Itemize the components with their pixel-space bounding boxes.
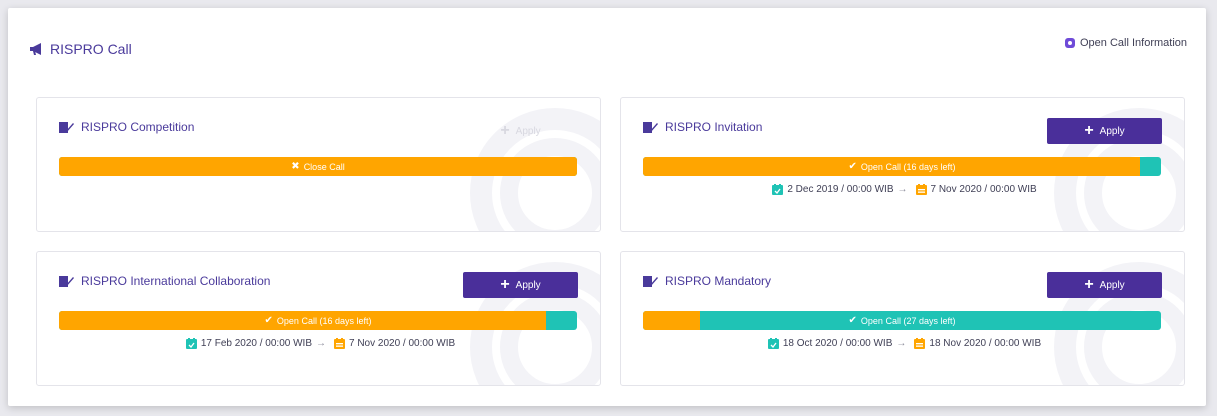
apply-button: + Apply: [463, 118, 578, 144]
page-title: RISPRO Call: [50, 41, 132, 57]
status-label: Close Call: [303, 161, 345, 172]
card-title-label: RISPRO Competition: [81, 120, 195, 134]
start-date: 18 Oct 2020 / 00:00 WIB: [782, 338, 893, 349]
call-progress-bar: ✖ Close Call: [59, 157, 577, 176]
status-label: Open Call (16 days left): [276, 315, 372, 326]
plus-icon: +: [1084, 122, 1094, 139]
open-call-information-link[interactable]: Open Call Information: [1065, 37, 1187, 49]
card-title-label: RISPRO Mandatory: [665, 274, 772, 288]
call-progress-bar: ✔ Open Call (27 days left): [643, 311, 1161, 330]
end-date: 7 Nov 2020 / 00:00 WIB: [930, 184, 1037, 195]
info-icon: [1065, 38, 1075, 48]
end-date: 7 Nov 2020 / 00:00 WIB: [349, 338, 456, 349]
apply-label: Apply: [515, 125, 541, 137]
call-dates: 2 Dec 2019 / 00:00 WIB → 7 Nov 2020 / 00…: [621, 184, 1184, 195]
page-header: RISPRO Call: [29, 39, 132, 59]
arrow-right-icon: →: [316, 338, 326, 349]
apply-button[interactable]: + Apply: [1047, 272, 1162, 298]
check-icon: ✔: [264, 315, 273, 326]
call-card: RISPRO Competition + Apply ✖ Close Call: [36, 97, 601, 232]
calendar-check-icon: [185, 338, 197, 349]
plus-icon: +: [500, 122, 510, 139]
call-card: RISPRO Invitation + Apply ✔ Open Call (16…: [620, 97, 1185, 232]
calendar-check-icon: [772, 184, 784, 195]
card-title: RISPRO Competition: [59, 120, 194, 134]
calendar-end-icon: [914, 338, 926, 349]
close-icon: ✖: [291, 161, 300, 172]
edit-note-icon: [59, 121, 74, 133]
calendar-end-icon: [334, 338, 345, 349]
start-date: 17 Feb 2020 / 00:00 WIB: [200, 338, 312, 349]
edit-note-icon: [59, 275, 74, 287]
card-title-label: RISPRO International Collaboration: [81, 274, 271, 288]
end-date: 18 Nov 2020 / 00:00 WIB: [929, 338, 1042, 349]
apply-label: Apply: [1099, 125, 1125, 137]
call-dates: 18 Oct 2020 / 00:00 WIB → 18 Nov 2020 / …: [621, 338, 1184, 349]
megaphone-icon: [30, 43, 41, 55]
open-call-information-label: Open Call Information: [1080, 37, 1187, 49]
status-label: Open Call (27 days left): [860, 315, 956, 326]
plus-icon: +: [1084, 276, 1094, 293]
calendar-end-icon: [915, 184, 927, 195]
card-title: RISPRO Mandatory: [643, 274, 771, 288]
check-icon: ✔: [848, 315, 857, 326]
edit-note-icon: [643, 275, 658, 287]
edit-note-icon: [643, 121, 658, 133]
apply-label: Apply: [1099, 279, 1125, 291]
apply-label: Apply: [515, 279, 541, 291]
call-card: RISPRO Mandatory + Apply ✔ Open Call (27 …: [620, 251, 1185, 386]
call-dates: 17 Feb 2020 / 00:00 WIB → 7 Nov 2020 / 0…: [37, 338, 600, 349]
call-progress-bar: ✔ Open Call (16 days left): [643, 157, 1161, 176]
plus-icon: +: [500, 276, 510, 293]
status-label: Open Call (16 days left): [860, 161, 956, 172]
arrow-right-icon: →: [897, 184, 908, 195]
calendar-check-icon: [767, 338, 779, 349]
arrow-right-icon: →: [896, 338, 907, 349]
check-icon: ✔: [848, 161, 857, 172]
card-title-label: RISPRO Invitation: [665, 120, 763, 134]
call-card: RISPRO International Collaboration + App…: [36, 251, 601, 386]
apply-button[interactable]: + Apply: [1047, 118, 1162, 144]
card-title: RISPRO Invitation: [643, 120, 762, 134]
call-progress-bar: ✔ Open Call (16 days left): [59, 311, 577, 330]
card-title: RISPRO International Collaboration: [59, 274, 270, 288]
apply-button[interactable]: + Apply: [463, 272, 578, 298]
start-date: 2 Dec 2019 / 00:00 WIB: [787, 184, 894, 195]
